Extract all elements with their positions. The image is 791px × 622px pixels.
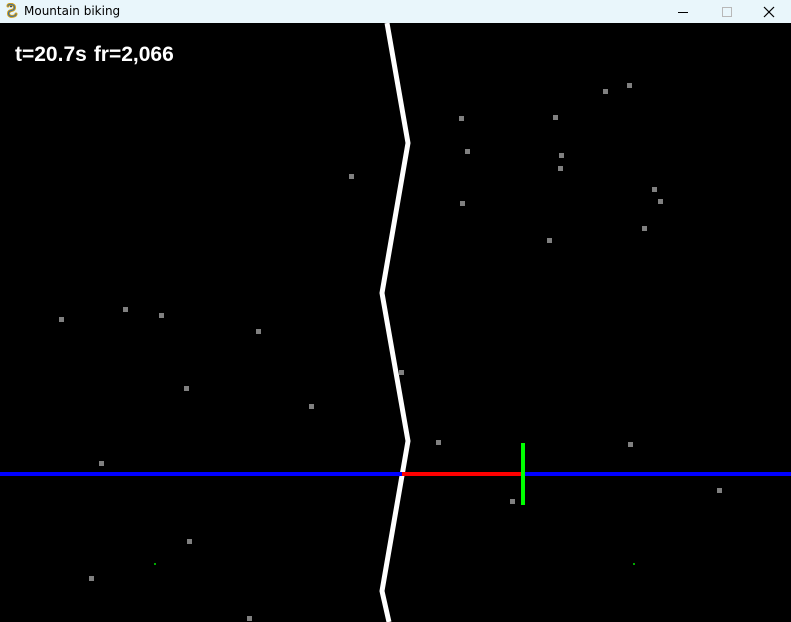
minimize-button[interactable]: [660, 0, 706, 23]
dust-particle: [256, 329, 261, 334]
dust-particle: [309, 404, 314, 409]
hud-stats: t=20.7s fr=2,066: [15, 43, 174, 67]
dust-particle: [627, 83, 632, 88]
dust-particle: [399, 370, 404, 375]
trail-line: [379, 23, 411, 622]
time-readout: t=20.7s: [15, 43, 87, 66]
dust-particle: [658, 199, 663, 204]
frame-readout: fr=2,066: [93, 43, 174, 66]
dust-particle: [184, 386, 189, 391]
dust-particle: [99, 461, 104, 466]
maximize-icon: [722, 6, 732, 17]
dust-particle: [187, 539, 192, 544]
dust-particle: [59, 317, 64, 322]
game-window: Mountain biking t=20.7s fr=2,066: [0, 0, 791, 622]
dust-particle: [633, 563, 635, 565]
dust-particle: [159, 313, 164, 318]
close-icon: [763, 6, 775, 17]
dust-particle: [547, 238, 552, 243]
pygame-snake-icon: [6, 3, 18, 18]
dust-particle: [559, 153, 564, 158]
dust-particle: [460, 201, 465, 206]
dust-particle: [89, 576, 94, 581]
dust-particle: [154, 563, 156, 565]
maximize-button[interactable]: [704, 0, 750, 23]
dust-particle: [247, 616, 252, 621]
dust-particle: [558, 166, 563, 171]
dust-particle: [652, 187, 657, 192]
dust-particle: [465, 149, 470, 154]
minimize-icon: [678, 11, 688, 13]
close-button[interactable]: [746, 0, 791, 23]
game-canvas[interactable]: t=20.7s fr=2,066: [0, 23, 791, 622]
window-title: Mountain biking: [24, 4, 121, 18]
title-bar: Mountain biking: [0, 0, 791, 23]
dust-particle: [717, 488, 722, 493]
dust-particle: [553, 115, 558, 120]
dust-particle: [642, 226, 647, 231]
dust-particle: [603, 89, 608, 94]
dust-particle: [459, 116, 464, 121]
dust-particle: [510, 499, 515, 504]
dust-particle: [349, 174, 354, 179]
game-scene: [0, 23, 791, 622]
dust-particle: [628, 442, 633, 447]
dust-particle: [436, 440, 441, 445]
dust-particle: [123, 307, 128, 312]
